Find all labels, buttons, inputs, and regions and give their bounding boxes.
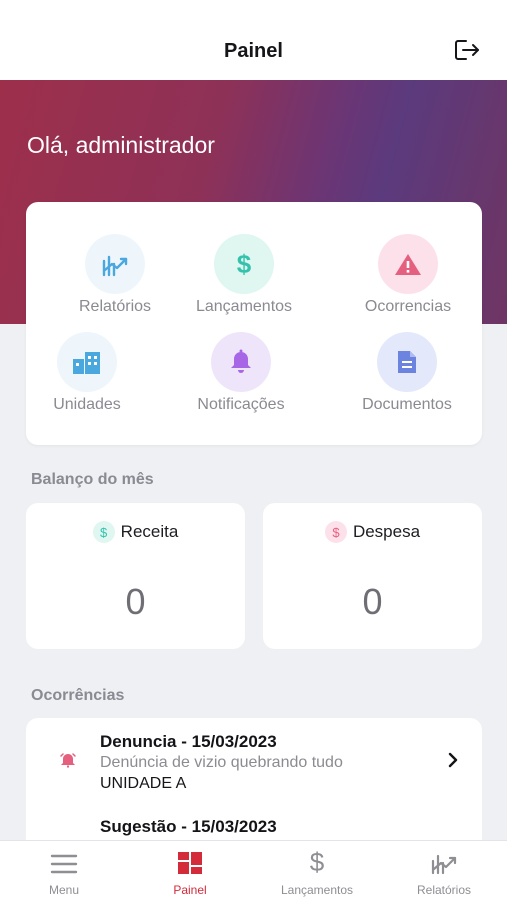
occurrence-title: Sugestão - 15/03/2023 (100, 817, 277, 836)
buildings-icon (57, 332, 117, 392)
expense-value: 0 (362, 581, 383, 622)
quick-action-label: Unidades (53, 396, 121, 413)
bell-icon (211, 332, 271, 392)
page-title: Painel (224, 40, 283, 62)
logout-button[interactable] (451, 38, 483, 66)
tab-painel[interactable]: Painel (127, 841, 253, 900)
top-bar: Painel (0, 0, 507, 80)
quick-action-lancamentos[interactable]: $ Lançamentos (169, 234, 319, 316)
greeting-text: Olá, administrador (27, 132, 215, 158)
occurrence-unit: UNIDADE A (100, 775, 187, 792)
dollar-icon: $ (214, 234, 274, 294)
income-header: $ Receita (26, 521, 245, 543)
quick-action-documentos[interactable]: Documentos (332, 332, 482, 414)
income-card[interactable]: $ Receita 0 (26, 503, 245, 649)
tab-menu[interactable]: Menu (1, 841, 127, 900)
quick-action-label: Relatórios (78, 298, 152, 315)
dashboard-icon (127, 841, 253, 875)
occurrences-list: Denuncia - 15/03/2023 Denúncia de vizio … (26, 718, 482, 848)
dollar-icon: $ (324, 521, 347, 543)
quick-actions-card: Relatórios $ Lançamentos Ocorrencias Uni… (26, 202, 482, 445)
tab-relatorios[interactable]: Relatórios (381, 841, 507, 900)
expense-label: Despesa (352, 522, 421, 541)
income-value: 0 (125, 581, 146, 622)
dollar-icon: $ (309, 847, 325, 877)
income-label: Receita (120, 522, 179, 541)
occurrence-description: Denúncia de vizio quebrando tudo (100, 754, 343, 771)
occurrences-section-title: Ocorrências (31, 687, 125, 704)
balance-section-title: Balanço do mês (31, 471, 154, 488)
tab-label: Relatórios (416, 883, 472, 897)
quick-action-unidades[interactable]: Unidades (12, 332, 162, 414)
chart-trend-icon (381, 841, 507, 875)
logout-icon (453, 38, 481, 67)
dollar-icon: $ (92, 521, 115, 543)
alarm-icon (60, 752, 76, 773)
expense-card[interactable]: $ Despesa 0 (263, 503, 482, 649)
chart-trend-icon (85, 234, 145, 294)
quick-action-label: Lançamentos (195, 298, 293, 315)
list-item[interactable]: Denuncia - 15/03/2023 Denúncia de vizio … (26, 718, 482, 798)
occurrence-title: Denuncia - 15/03/2023 (100, 732, 277, 751)
quick-action-label: Documentos (362, 396, 452, 413)
quick-action-label: Ocorrencias (364, 298, 452, 315)
quick-action-relatorios[interactable]: Relatórios (40, 234, 190, 316)
chevron-right-icon (448, 752, 458, 773)
tab-label: Menu (48, 883, 80, 897)
quick-action-notificacoes[interactable]: Notificações (166, 332, 316, 414)
document-icon (377, 332, 437, 392)
tab-lancamentos[interactable]: $ Lançamentos (254, 841, 380, 900)
tab-label: Lançamentos (280, 883, 354, 897)
menu-icon (1, 841, 127, 875)
bottom-tab-bar: Menu Painel $ Lançamentos Relatórios (0, 840, 507, 900)
tab-label: Painel (173, 883, 207, 897)
quick-action-label: Notificações (197, 396, 285, 413)
expense-header: $ Despesa (263, 521, 482, 543)
quick-action-ocorrencias[interactable]: Ocorrencias (333, 234, 483, 316)
warning-icon (378, 234, 438, 294)
